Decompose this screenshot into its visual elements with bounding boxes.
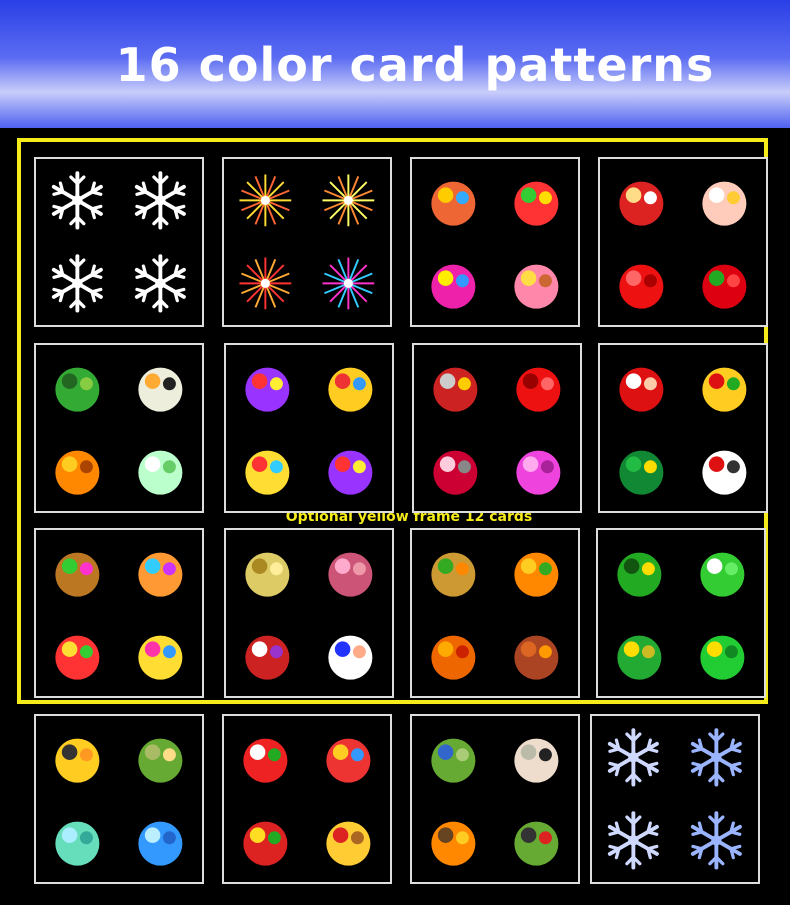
shamrock-icon xyxy=(681,613,764,696)
card-fireworks xyxy=(222,157,392,327)
dolphin-icon xyxy=(119,799,202,882)
feather-mask-icon xyxy=(309,530,392,613)
card-birthday xyxy=(410,157,580,327)
pumpkin-corn-icon xyxy=(495,530,578,613)
santa-icon xyxy=(600,345,683,428)
egg-house-icon xyxy=(119,530,202,613)
card-christmas xyxy=(598,343,768,513)
party-popper-icon xyxy=(412,159,495,242)
cornucopia-icon xyxy=(412,530,495,613)
easter-eggs-icon xyxy=(36,613,119,696)
snowflake-icon xyxy=(119,242,202,325)
mummy-icon xyxy=(495,716,578,799)
high-heel-icon xyxy=(497,428,580,511)
clown-icon xyxy=(309,428,392,511)
pot-of-gold-icon xyxy=(598,613,681,696)
card-snowflakes-blue xyxy=(590,714,760,884)
firework-icon xyxy=(224,159,307,242)
rose-icon xyxy=(683,242,766,325)
green-beer-icon xyxy=(681,530,764,613)
snowflake-icon xyxy=(675,799,758,882)
snowflake-icon xyxy=(675,716,758,799)
clown-face-icon xyxy=(226,428,309,511)
card-easter xyxy=(34,528,204,698)
card-shopping xyxy=(412,343,582,513)
card-valentine xyxy=(598,157,768,327)
gold-mask-icon xyxy=(226,530,309,613)
card-zombies xyxy=(410,714,580,884)
fish-icon xyxy=(36,716,119,799)
clown-icon xyxy=(226,345,309,428)
ghost-icon xyxy=(119,428,202,511)
card-masquerade xyxy=(224,528,394,698)
balloons-icon xyxy=(495,159,578,242)
christmas-tree-icon xyxy=(600,428,683,511)
firework-icon xyxy=(307,159,390,242)
snowflake-icon xyxy=(592,716,675,799)
leprechaun-hat-icon xyxy=(598,530,681,613)
snowflake-icon xyxy=(119,159,202,242)
ring-box-icon xyxy=(600,159,683,242)
perfume-bottle-icon xyxy=(414,428,497,511)
card-snowflakes-white xyxy=(34,157,204,327)
firework-icon xyxy=(307,242,390,325)
card-ocean xyxy=(34,714,204,884)
birthday-cake-icon xyxy=(495,242,578,325)
jack-in-the-box-icon xyxy=(309,345,392,428)
card-thanksgiving xyxy=(410,528,580,698)
egg-nest-icon xyxy=(119,613,202,696)
snowflake-icon xyxy=(36,242,119,325)
witch-icon xyxy=(36,345,119,428)
turtle-icon xyxy=(119,716,202,799)
hearts-icon xyxy=(600,242,683,325)
card-clowns xyxy=(224,343,394,513)
snowman-icon xyxy=(683,428,766,511)
firework-icon xyxy=(224,242,307,325)
candy-cane-gift-icon xyxy=(224,716,307,799)
card-christmas-gifts xyxy=(222,714,392,884)
card-halloween xyxy=(34,343,204,513)
shopping-cart-icon xyxy=(414,345,497,428)
title-banner: 16 color card patterns xyxy=(0,0,790,128)
banner-title: 16 color card patterns xyxy=(115,38,715,92)
gift-box-icon xyxy=(224,799,307,882)
teddy-gifts-icon xyxy=(307,716,390,799)
snowflake-icon xyxy=(592,799,675,882)
lips-icon xyxy=(497,345,580,428)
maple-leaves-icon xyxy=(412,613,495,696)
card-st-patricks xyxy=(596,528,766,698)
snowflake-icon xyxy=(36,159,119,242)
egg-basket-icon xyxy=(36,530,119,613)
happy-birthday-sign-icon xyxy=(412,242,495,325)
witch-broom-icon xyxy=(495,799,578,882)
skull-candle-icon xyxy=(119,345,202,428)
christmas-bells-icon xyxy=(683,345,766,428)
jack-o-lantern-icon xyxy=(36,428,119,511)
turkey-icon xyxy=(495,613,578,696)
cupid-icon xyxy=(683,159,766,242)
teddy-bear-icon xyxy=(307,799,390,882)
pumpkin-scarecrow-icon xyxy=(412,799,495,882)
zombie-icon xyxy=(412,716,495,799)
jester-mask-icon xyxy=(226,613,309,696)
octopus-icon xyxy=(36,799,119,882)
glasses-nose-icon xyxy=(309,613,392,696)
